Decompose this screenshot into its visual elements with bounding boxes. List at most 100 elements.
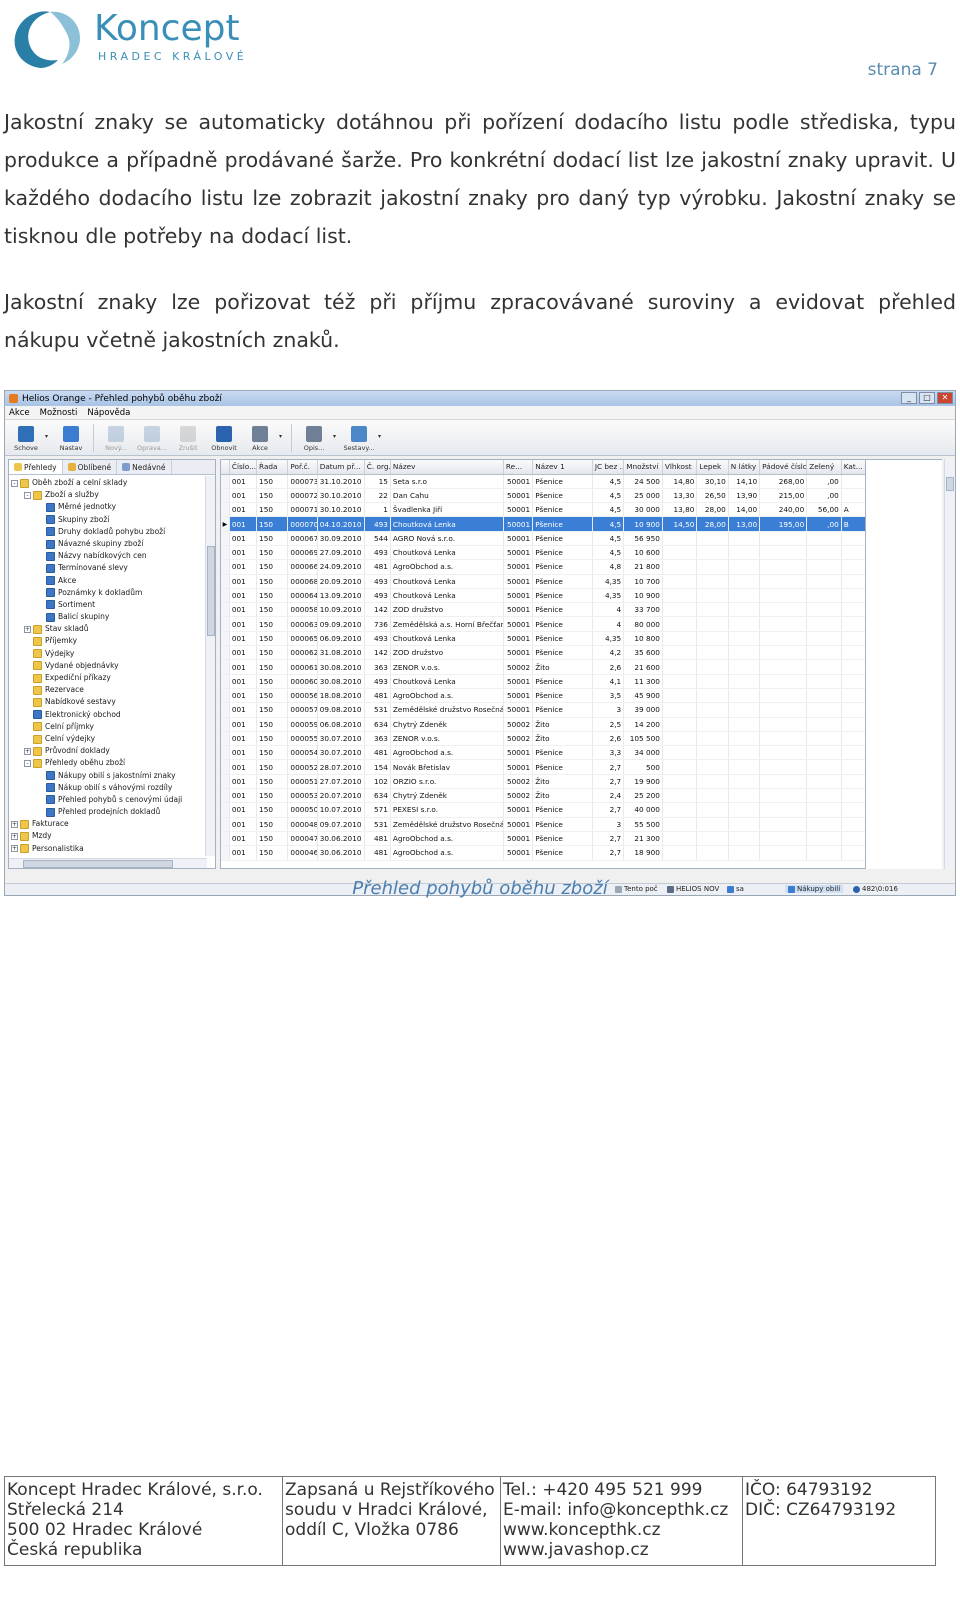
column-header[interactable]: Datum př... [317, 460, 365, 475]
tree-node[interactable]: Sortiment [11, 599, 215, 611]
tree-node[interactable]: Poznámky k dokladům [11, 587, 215, 599]
column-header[interactable]: JC bez ... [592, 460, 625, 475]
table-row[interactable]: 001 150 000050 10.07.2010 571 PEXESI s.r.o. 50… [221, 802, 865, 818]
tree-node[interactable]: + Průvodní doklady [11, 745, 215, 757]
table-row[interactable]: 001 150 000054 30.07.2010 481 AgroObchod a.s.… [221, 745, 865, 761]
chevron-down-icon[interactable]: ▾ [333, 433, 336, 440]
tree-node[interactable]: - Zboží a služby [11, 489, 215, 501]
table-row[interactable]: 001 150 000063 09.09.2010 736 Zemědělská a.s.… [221, 616, 865, 632]
table-row[interactable]: 001 150 000062 31.08.2010 142 ZOD družstvo 500… [221, 645, 865, 661]
collapse-icon[interactable]: - [24, 491, 31, 499]
toolbar-button-1[interactable]: Nastav [54, 426, 88, 452]
expand-icon[interactable]: + [11, 820, 18, 828]
tree-node[interactable]: + Mzdy [11, 830, 215, 842]
tree-vertical-scrollbar[interactable] [205, 476, 215, 856]
table-row[interactable]: 001 150 000055 30.07.2010 363 ZENOR v.o.s. 500… [221, 731, 865, 747]
toolbar-button-4[interactable]: Zrušit [171, 426, 205, 452]
table-row[interactable]: 001 150 000068 20.09.2010 493 Choutková Lenka… [221, 574, 865, 589]
tree-node[interactable]: Výdejky [11, 648, 215, 660]
column-header[interactable]: Kat... [841, 460, 865, 475]
toolbar-button-7[interactable]: Opis... [297, 426, 331, 452]
nav-tab-2[interactable]: Nedávné [117, 460, 172, 474]
table-row[interactable]: 001 150 000048 09.07.2010 531 Zemědělské druž… [221, 817, 865, 832]
table-row[interactable]: 001 150 000064 13.09.2010 493 Choutková Lenka… [221, 588, 865, 604]
nav-tab-1[interactable]: Oblíbené [63, 460, 118, 474]
table-row[interactable]: 001 150 000047 30.06.2010 481 AgroObchod a.s.… [221, 831, 865, 847]
table-row[interactable]: 001 150 000053 20.07.2010 634 Chytrý Zdeněk 50… [221, 788, 865, 804]
table-row[interactable]: 001 150 000051 27.07.2010 102 ORZIO s.r.o. 500… [221, 774, 865, 790]
tree-node[interactable]: Balicí skupiny [11, 611, 215, 623]
column-header[interactable]: Re... [503, 460, 534, 475]
tree-node[interactable]: Expediční příkazy [11, 672, 215, 684]
toolbar-button-8[interactable]: Sestavy... [342, 426, 376, 452]
table-row[interactable]: 001 150 000071 30.10.2010 1 Švadlenka Jiří 500… [221, 502, 865, 518]
chevron-down-icon[interactable]: ▾ [279, 433, 282, 440]
tree-node[interactable]: - Přehledy oběhu zboží [11, 757, 215, 769]
expand-icon[interactable]: + [11, 833, 18, 841]
tree-node[interactable]: Rezervace [11, 684, 215, 696]
table-row[interactable]: 001 150 000046 30.06.2010 481 AgroObchod a.s.… [221, 845, 865, 861]
table-row[interactable]: 001 150 000060 30.08.2010 493 Choutková Lenka… [221, 674, 865, 689]
column-header[interactable]: Zelený [806, 460, 842, 475]
column-header[interactable]: Množství [623, 460, 663, 475]
tree-node[interactable]: Měrné jednotky [11, 501, 215, 513]
column-header[interactable]: Číslo... [229, 460, 258, 475]
collapse-icon[interactable]: - [11, 479, 18, 487]
tree-node[interactable]: Přehled pohybů s cenovými údaji [11, 794, 215, 806]
table-row[interactable]: ▶ 001 150 000070 04.10.2010 493 Choutková Lenk… [221, 516, 865, 532]
column-header[interactable]: Poř.č. [287, 460, 318, 475]
tree-node[interactable]: Celní příjmky [11, 721, 215, 733]
tree-node[interactable]: Druhy dokladů pohybu zboží [11, 526, 215, 538]
grid-vertical-scrollbar[interactable] [944, 459, 954, 869]
toolbar-button-2[interactable]: Nový... [99, 426, 133, 452]
tree-node[interactable]: + Stav skladů [11, 623, 215, 635]
table-row[interactable]: 001 150 000057 09.08.2010 531 Zemědělské druž… [221, 702, 865, 718]
table-row[interactable]: 001 150 000059 06.08.2010 634 Chytrý Zdeněk 50… [221, 717, 865, 732]
table-row[interactable]: 001 150 000058 10.09.2010 142 ZOD družstvo 500… [221, 602, 865, 618]
tree-node[interactable]: Celní výdejky [11, 733, 215, 745]
expand-icon[interactable]: + [24, 625, 31, 633]
tree-node[interactable]: Přehled prodejních dokladů [11, 806, 215, 818]
column-header[interactable]: Č. org. [364, 460, 391, 475]
table-row[interactable]: 001 150 000067 30.09.2010 544 AGRO Nová s.r.o… [221, 531, 865, 546]
table-row[interactable]: 001 150 000066 24.09.2010 481 AgroObchod a.s.… [221, 559, 865, 575]
tree-horizontal-scrollbar[interactable] [9, 858, 207, 868]
table-row[interactable]: 001 150 000052 28.07.2010 154 Novák Břetislav… [221, 759, 865, 775]
toolbar-button-0[interactable]: Schove [9, 426, 43, 452]
tree-node[interactable]: + Personalistika [11, 843, 215, 855]
table-row[interactable]: 001 150 000056 18.08.2010 481 AgroObchod a.s.… [221, 688, 865, 704]
tree-node[interactable]: Nákupy obilí s jakostními znaky [11, 770, 215, 782]
collapse-icon[interactable]: - [24, 759, 31, 767]
table-row[interactable]: 001 150 000072 30.10.2010 22 Dan Cahu 50001 Pše… [221, 488, 865, 504]
table-row[interactable]: 001 150 000073 31.10.2010 15 Seta s.r.o 50001 P… [221, 474, 865, 489]
tree-node[interactable]: Názvy nabídkových cen [11, 550, 215, 562]
column-header[interactable]: Název 1 [532, 460, 593, 475]
tree-node[interactable]: - Oběh zboží a celní sklady [11, 477, 215, 489]
table-row[interactable]: 001 150 000061 30.08.2010 363 ZENOR v.o.s. 500… [221, 659, 865, 675]
tree-node[interactable]: Vydané objednávky [11, 660, 215, 672]
maximize-button[interactable]: □ [919, 392, 935, 404]
column-header[interactable]: Pádové číslo [759, 460, 808, 475]
toolbar-button-3[interactable]: Oprava... [135, 426, 169, 452]
tree-node[interactable]: Elektronický obchod [11, 709, 215, 721]
tree-node[interactable]: Nabídkové sestavy [11, 696, 215, 708]
tree-node[interactable]: Termínované slevy [11, 562, 215, 574]
menu-akce[interactable]: Akce [9, 408, 30, 418]
table-row[interactable]: 001 150 000065 06.09.2010 493 Choutková Lenka… [221, 631, 865, 647]
tree-node[interactable]: Skupiny zboží [11, 514, 215, 526]
column-header[interactable]: Řada [256, 460, 289, 475]
tree-node[interactable]: Příjemky [11, 635, 215, 647]
chevron-down-icon[interactable]: ▾ [45, 433, 48, 440]
minimize-button[interactable]: _ [901, 392, 917, 404]
toolbar-button-5[interactable]: Obnovit [207, 426, 241, 452]
tree-node[interactable]: Akce [11, 575, 215, 587]
tree-node[interactable]: Nákup obilí s váhovými rozdíly [11, 782, 215, 794]
column-header[interactable]: N látky [728, 460, 761, 475]
column-header[interactable]: Název [390, 460, 504, 475]
nav-tab-0[interactable]: Přehledy [9, 460, 63, 474]
expand-icon[interactable]: + [24, 747, 31, 755]
chevron-down-icon[interactable]: ▾ [378, 433, 381, 440]
toolbar-button-6[interactable]: Akce [243, 426, 277, 452]
column-header[interactable]: Vlhkost [662, 460, 698, 475]
tree-node[interactable]: Návazné skupiny zboží [11, 538, 215, 550]
